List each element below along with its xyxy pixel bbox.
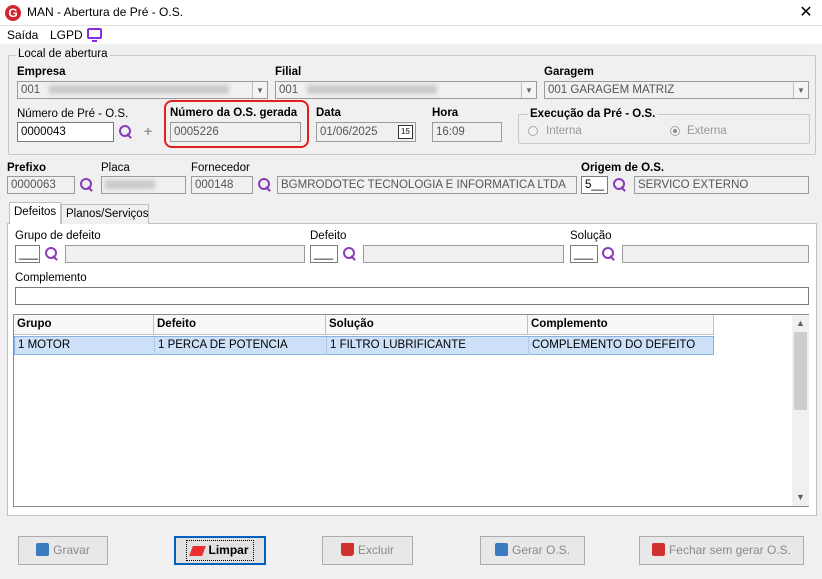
complemento-input[interactable] — [15, 287, 809, 305]
scroll-up-icon[interactable]: ▲ — [792, 315, 809, 332]
tab-defeitos[interactable]: Defeitos — [9, 202, 61, 224]
grupo-defeito-desc — [65, 245, 305, 263]
close-icon[interactable]: ✕ — [797, 2, 815, 22]
garagem-label: Garagem — [544, 66, 594, 78]
placa-redacted — [105, 180, 155, 190]
excluir-label: Excluir — [357, 543, 394, 557]
calendar-icon[interactable]: 15 — [398, 125, 413, 139]
filial-label: Filial — [275, 66, 302, 78]
vertical-scrollbar[interactable]: ▲ ▼ — [792, 315, 809, 506]
table-row[interactable]: 1 MOTOR 1 PERCA DE POTENCIA 1 FILTRO LUB… — [14, 336, 714, 355]
grid-header: Grupo Defeito Solução Complemento — [14, 315, 714, 335]
window-title: MAN - Abertura de Pré - O.S. — [27, 5, 184, 19]
monitor-icon[interactable] — [87, 28, 102, 42]
search-icon[interactable] — [118, 124, 134, 140]
prefixo-field[interactable]: 0000063 — [7, 176, 75, 194]
filial-select[interactable]: 001 ▼ — [275, 81, 537, 99]
save-icon — [494, 543, 508, 556]
cell-grupo: 1 MOTOR — [15, 337, 155, 355]
gerar-os-button[interactable]: Gerar O.S. — [480, 536, 585, 565]
scroll-thumb[interactable] — [794, 332, 807, 410]
filial-redacted — [307, 85, 438, 95]
col-defeito[interactable]: Defeito — [154, 315, 326, 335]
grupo-defeito-label: Grupo de defeito — [15, 230, 101, 242]
cell-defeito: 1 PERCA DE POTENCIA — [155, 337, 327, 355]
limpar-label: Limpar — [208, 543, 249, 557]
interna-label: Interna — [546, 125, 582, 137]
menu-saida[interactable]: Saída — [7, 28, 38, 42]
grupo-defeito-input[interactable]: ___ — [15, 245, 40, 263]
data-value: 01/06/2025 — [320, 126, 378, 138]
scroll-down-icon[interactable]: ▼ — [792, 489, 809, 506]
chevron-down-icon[interactable]: ▼ — [521, 82, 536, 98]
solucao-input[interactable]: ___ — [570, 245, 598, 263]
empresa-redacted — [49, 85, 230, 95]
menu-bar — [0, 26, 822, 44]
col-complemento[interactable]: Complemento — [528, 315, 714, 335]
search-icon[interactable] — [257, 177, 273, 193]
fornecedor-label: Fornecedor — [191, 162, 250, 174]
complemento-label: Complemento — [15, 272, 87, 284]
search-icon[interactable] — [44, 246, 60, 262]
hora-field[interactable]: 16:09 — [432, 122, 502, 142]
defeito-desc — [363, 245, 564, 263]
numero-os-field[interactable]: 0005226 — [170, 122, 301, 142]
numero-pre-label: Número de Pré - O.S. — [17, 108, 129, 120]
chevron-down-icon[interactable]: ▼ — [252, 82, 267, 98]
col-solucao[interactable]: Solução — [326, 315, 528, 335]
cell-complemento: COMPLEMENTO DO DEFEITO — [532, 339, 696, 351]
trash-icon — [340, 543, 354, 556]
gravar-label: Gravar — [53, 543, 90, 557]
limpar-button[interactable]: Limpar — [174, 536, 266, 565]
plus-icon[interactable]: + — [144, 123, 152, 139]
numero-pre-input[interactable]: 0000043 — [17, 122, 114, 142]
fechar-button[interactable]: Fechar sem gerar O.S. — [639, 536, 804, 565]
externa-label: Externa — [687, 125, 727, 137]
data-label: Data — [316, 107, 341, 119]
garagem-select[interactable]: 001 GARAGEM MATRIZ ▼ — [544, 81, 809, 99]
fornecedor-name-field: BGMRODOTEC TECNOLOGIA E INFORMATICA LTDA — [277, 176, 577, 194]
menu-lgpd[interactable]: LGPD — [50, 28, 83, 42]
numero-os-label: Número da O.S. gerada — [170, 107, 298, 119]
gerar-os-label: Gerar O.S. — [511, 543, 570, 557]
search-icon[interactable] — [601, 246, 617, 262]
save-icon — [36, 543, 50, 556]
prefixo-label: Prefixo — [7, 162, 46, 174]
excluir-button[interactable]: Excluir — [322, 536, 413, 565]
app-logo: G — [5, 5, 21, 21]
search-icon[interactable] — [79, 177, 95, 193]
eraser-icon — [189, 546, 207, 556]
search-icon[interactable] — [612, 177, 628, 193]
chevron-down-icon[interactable]: ▼ — [793, 82, 808, 98]
data-field[interactable]: 01/06/2025 15 — [316, 122, 416, 142]
execucao-legend: Execução da Pré - O.S. — [528, 108, 658, 120]
empresa-select[interactable]: 001 ▼ — [17, 81, 268, 99]
filial-value: 001 — [279, 84, 299, 96]
col-grupo[interactable]: Grupo — [14, 315, 154, 335]
placa-field[interactable] — [101, 176, 186, 194]
interna-radio[interactable] — [528, 126, 538, 136]
hora-label: Hora — [432, 107, 459, 119]
defeito-input[interactable]: ___ — [310, 245, 338, 263]
lock-icon — [651, 543, 665, 556]
defeito-label: Defeito — [310, 230, 347, 242]
local-abertura-legend: Local de abertura — [16, 48, 110, 60]
tab-planos-servicos[interactable]: Planos/Serviços — [61, 204, 149, 224]
defeitos-grid: Grupo Defeito Solução Complemento 1 MOTO… — [13, 314, 809, 507]
gravar-button[interactable]: Gravar — [18, 536, 108, 565]
origem-name-field: SERVICO EXTERNO — [634, 176, 809, 194]
placa-label: Placa — [101, 162, 130, 174]
fornecedor-code-field[interactable]: 000148 — [191, 176, 253, 194]
search-icon[interactable] — [342, 246, 358, 262]
empresa-label: Empresa — [17, 66, 66, 78]
origem-code-field[interactable]: 5__ — [581, 176, 608, 194]
origem-label: Origem de O.S. — [581, 162, 665, 174]
empresa-value: 001 — [21, 84, 41, 96]
solucao-desc — [622, 245, 809, 263]
solucao-label: Solução — [570, 230, 612, 242]
cell-solucao: 1 FILTRO LUBRIFICANTE — [327, 337, 529, 355]
externa-radio[interactable] — [670, 126, 680, 136]
fechar-label: Fechar sem gerar O.S. — [668, 543, 792, 557]
garagem-value: 001 GARAGEM MATRIZ — [548, 84, 675, 96]
